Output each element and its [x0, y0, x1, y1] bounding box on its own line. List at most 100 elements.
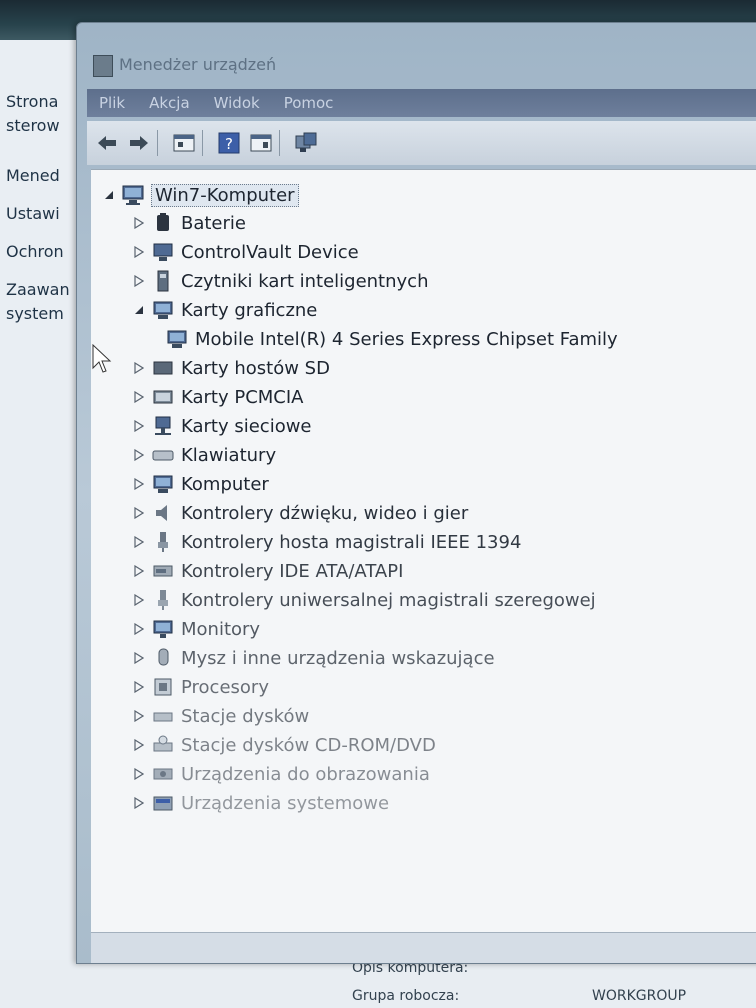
menu-widok[interactable]: Widok — [202, 94, 272, 112]
grupa-robocza-value: WORKGROUP — [592, 988, 687, 1004]
expand-arrow-icon[interactable] — [133, 535, 145, 549]
scan-hardware-icon[interactable] — [294, 131, 318, 155]
tree-category-item[interactable]: Stacje dysków CD-ROM/DVD — [133, 732, 436, 758]
toolbar-separator — [202, 130, 203, 156]
bg-link-ustawi[interactable]: Ustawi — [6, 204, 60, 223]
bg-link-sterow[interactable]: sterow — [6, 116, 60, 135]
expand-arrow-icon[interactable] — [133, 622, 145, 636]
collapse-arrow-icon[interactable] — [133, 303, 145, 317]
tree-category-item[interactable]: Kontrolery hosta magistrali IEEE 1394 — [133, 529, 521, 555]
battery-icon — [151, 212, 175, 234]
mouse-icon — [151, 647, 175, 669]
tree-item-label: Karty hostów SD — [181, 357, 330, 379]
tree-item-label: Urządzenia do obrazowania — [181, 763, 430, 785]
menu-pomoc[interactable]: Pomoc — [272, 94, 346, 112]
bg-link-zaawan[interactable]: Zaawan — [6, 280, 70, 299]
menu-plik[interactable]: Plik — [87, 94, 137, 112]
toolbar-separator — [279, 130, 280, 156]
bg-link-strona[interactable]: Strona — [6, 92, 58, 111]
expand-arrow-icon[interactable] — [133, 564, 145, 578]
tree-category-item[interactable]: Karty hostów SD — [133, 355, 330, 381]
smartcard-reader-icon — [151, 270, 175, 292]
status-bar — [91, 932, 756, 963]
tree-item-label: Urządzenia systemowe — [181, 792, 390, 814]
tree-category-item[interactable]: Stacje dysków — [133, 703, 309, 729]
back-arrow-icon[interactable] — [95, 131, 119, 155]
svg-text:?: ? — [225, 135, 233, 153]
tree-item-label: Mobile Intel(R) 4 Series Express Chipset… — [195, 328, 618, 350]
device-manager-window: Menedżer urządzeń Plik Akcja Widok Pomoc… — [76, 22, 756, 964]
tree-item-label: Kontrolery IDE ATA/ATAPI — [181, 560, 404, 582]
sd-host-icon — [151, 357, 175, 379]
expand-arrow-icon[interactable] — [133, 245, 145, 259]
forward-arrow-icon[interactable] — [127, 131, 151, 155]
tree-item-label: Kontrolery uniwersalnej magistrali szere… — [181, 589, 596, 611]
usb-icon — [151, 589, 175, 611]
menu-akcja[interactable]: Akcja — [137, 94, 202, 112]
tree-category-item[interactable]: Kontrolery uniwersalnej magistrali szere… — [133, 587, 596, 613]
expand-arrow-icon[interactable] — [133, 274, 145, 288]
expand-arrow-icon[interactable] — [133, 738, 145, 752]
expand-arrow-icon[interactable] — [133, 390, 145, 404]
background-control-panel: Strona sterow Mened Ustawi Ochron Zaawan… — [0, 40, 80, 1008]
bg-link-system[interactable]: system — [6, 304, 64, 323]
tree-category-item[interactable]: Czytniki kart inteligentnych — [133, 268, 428, 294]
tree-category-item[interactable]: Kontrolery dźwięku, wideo i gier — [133, 500, 468, 526]
tree-item-label: Monitory — [181, 618, 261, 640]
help-icon[interactable]: ? — [217, 131, 241, 155]
console-tree-icon[interactable] — [249, 131, 273, 155]
bg-link-ochron[interactable]: Ochron — [6, 242, 64, 261]
expand-arrow-icon[interactable] — [133, 796, 145, 810]
tree-root[interactable]: Win7-Komputer — [103, 182, 299, 208]
device-icon — [151, 241, 175, 263]
bg-link-mened[interactable]: Mened — [6, 166, 60, 185]
menu-bar: Plik Akcja Widok Pomoc — [87, 89, 756, 117]
tree-category-item[interactable]: Klawiatury — [133, 442, 276, 468]
tree-category-item[interactable]: Urządzenia do obrazowania — [133, 761, 430, 787]
tree-category-item[interactable]: Karty PCMCIA — [133, 384, 304, 410]
expand-arrow-icon[interactable] — [133, 419, 145, 433]
tree-item-label: Kontrolery dźwięku, wideo i gier — [181, 502, 469, 524]
tree-category-item[interactable]: Mysz i inne urządzenia wskazujące — [133, 645, 495, 671]
tree-category-item[interactable]: Urządzenia systemowe — [133, 790, 389, 816]
expand-arrow-icon[interactable] — [133, 361, 145, 375]
expand-arrow-icon[interactable] — [133, 593, 145, 607]
tree-category-item[interactable]: Monitory — [133, 616, 260, 642]
root-label: Win7-Komputer — [151, 183, 299, 207]
imaging-device-icon — [151, 763, 175, 785]
title-bar[interactable]: Menedżer urządzeń — [77, 23, 756, 85]
expand-arrow-icon[interactable] — [133, 216, 145, 230]
properties-icon[interactable] — [172, 131, 196, 155]
tree-category-item[interactable]: Karty graficzne — [133, 297, 317, 323]
tree-category-item[interactable]: Karty sieciowe — [133, 413, 312, 439]
pcmcia-icon — [151, 386, 175, 408]
collapse-arrow-icon[interactable] — [103, 188, 115, 202]
system-device-icon — [151, 792, 175, 814]
computer-icon — [151, 473, 175, 495]
toolbar-separator — [157, 130, 158, 156]
expand-arrow-icon[interactable] — [133, 680, 145, 694]
processor-icon — [151, 676, 175, 698]
device-tree[interactable]: Win7-Komputer Baterie ControlVault Device… — [91, 169, 756, 933]
tree-item-label: Stacje dysków CD-ROM/DVD — [181, 734, 436, 756]
tree-child-item[interactable]: Mobile Intel(R) 4 Series Express Chipset… — [165, 326, 618, 352]
expand-arrow-icon[interactable] — [133, 477, 145, 491]
speaker-icon — [151, 502, 175, 524]
tree-category-item[interactable]: Komputer — [133, 471, 269, 497]
tree-item-label: ControlVault Device — [181, 241, 359, 263]
tree-item-label: Stacje dysków — [181, 705, 310, 727]
tree-category-item[interactable]: Kontrolery IDE ATA/ATAPI — [133, 558, 403, 584]
tree-category-item[interactable]: Baterie — [133, 210, 246, 236]
expand-arrow-icon[interactable] — [133, 709, 145, 723]
expand-arrow-icon[interactable] — [133, 651, 145, 665]
expand-arrow-icon[interactable] — [133, 506, 145, 520]
tree-category-item[interactable]: ControlVault Device — [133, 239, 359, 265]
monitor-icon — [151, 618, 175, 640]
tree-item-label: Mysz i inne urządzenia wskazujące — [181, 647, 495, 669]
display-adapter-icon — [165, 328, 189, 350]
tree-category-item[interactable]: Procesory — [133, 674, 269, 700]
expand-arrow-icon[interactable] — [133, 767, 145, 781]
tree-item-label: Kontrolery hosta magistrali IEEE 1394 — [181, 531, 522, 553]
expand-arrow-icon[interactable] — [133, 448, 145, 462]
computer-icon — [121, 184, 145, 206]
